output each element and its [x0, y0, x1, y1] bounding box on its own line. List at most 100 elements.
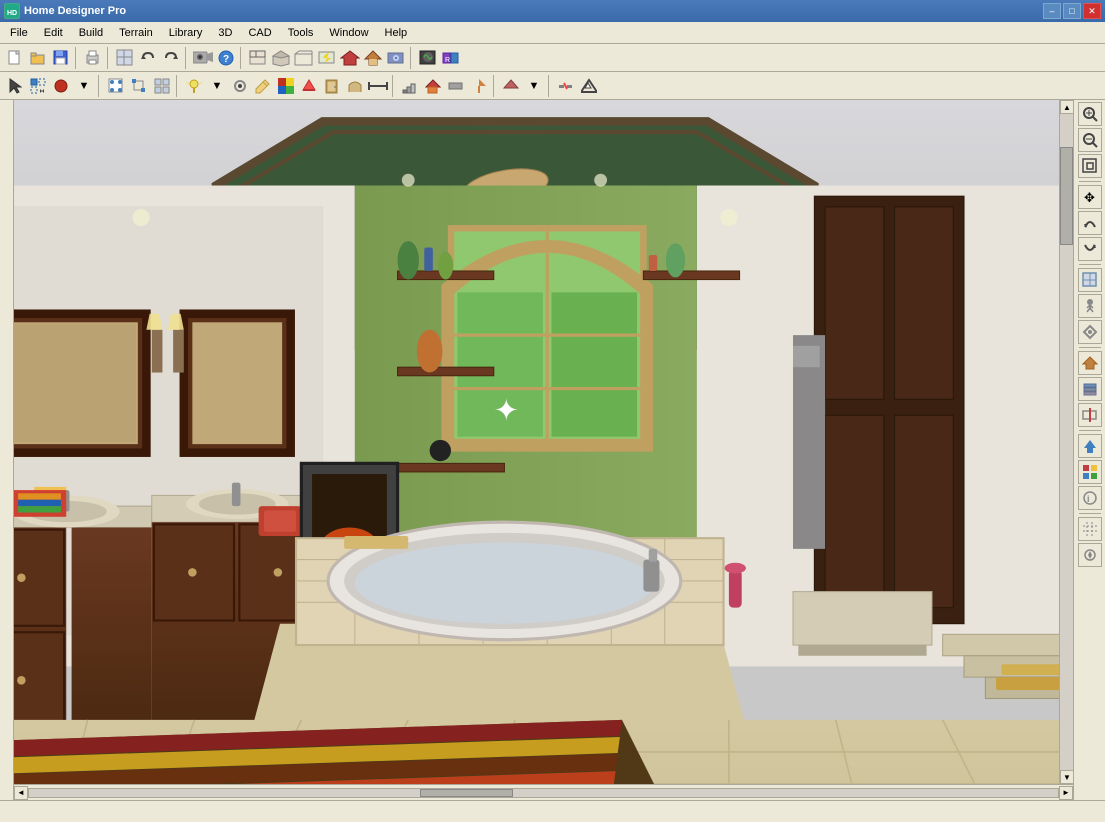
- arch-tool[interactable]: [344, 75, 366, 97]
- toolbar-square[interactable]: [114, 47, 136, 69]
- separator: [1079, 430, 1101, 431]
- floorplan-view[interactable]: [247, 47, 269, 69]
- framing-tool[interactable]: [468, 75, 490, 97]
- separator: [1079, 264, 1101, 265]
- select-tool[interactable]: [4, 75, 26, 97]
- print-button[interactable]: [82, 47, 104, 69]
- select-3d-button[interactable]: [1078, 268, 1102, 292]
- walkthrough-view[interactable]: [385, 47, 407, 69]
- select-grid[interactable]: [151, 75, 173, 97]
- spin-button[interactable]: [1078, 237, 1102, 261]
- open-button[interactable]: [27, 47, 49, 69]
- transform-object[interactable]: [128, 75, 150, 97]
- electrical-view[interactable]: [316, 47, 338, 69]
- undo-button[interactable]: [137, 47, 159, 69]
- roof-tool[interactable]: [422, 75, 444, 97]
- scroll-down-button[interactable]: ▼: [1060, 770, 1073, 784]
- svg-text:✦: ✦: [494, 395, 519, 428]
- camera-view[interactable]: [362, 47, 384, 69]
- menu-3d[interactable]: 3D: [210, 25, 240, 41]
- walk-mode[interactable]: [1078, 294, 1102, 318]
- light-fixture[interactable]: [183, 75, 205, 97]
- edit-object[interactable]: [105, 75, 127, 97]
- new-button[interactable]: [4, 47, 26, 69]
- dolly-button[interactable]: [1078, 320, 1102, 344]
- svg-text:HD: HD: [7, 10, 17, 17]
- menu-build[interactable]: Build: [71, 25, 111, 41]
- paint-circle[interactable]: [50, 75, 72, 97]
- minimize-button[interactable]: –: [1043, 3, 1061, 19]
- separator: [1079, 181, 1101, 182]
- draw-pencil[interactable]: [252, 75, 274, 97]
- camera-place[interactable]: [229, 75, 251, 97]
- light-drop[interactable]: ▼: [206, 75, 228, 97]
- roof-plane-arrow[interactable]: ▼: [523, 75, 545, 97]
- break-wall[interactable]: [555, 75, 577, 97]
- house-overview[interactable]: [1078, 351, 1102, 375]
- color-picker[interactable]: [275, 75, 297, 97]
- toolbar-main: ? R: [0, 44, 1105, 72]
- zoom-out-button[interactable]: [1078, 128, 1102, 152]
- separator: [185, 47, 189, 69]
- menu-edit[interactable]: Edit: [36, 25, 71, 41]
- svg-text:?: ?: [223, 54, 229, 65]
- stair-tool[interactable]: [399, 75, 421, 97]
- redo-button[interactable]: [160, 47, 182, 69]
- grid-snap[interactable]: [1078, 517, 1102, 541]
- toolbar-camera[interactable]: [192, 47, 214, 69]
- separator: [240, 47, 244, 69]
- 3d-view-doll-house[interactable]: [270, 47, 292, 69]
- cross-section[interactable]: [1078, 403, 1102, 427]
- vscrollbar: ▲ ▼: [1059, 100, 1073, 784]
- menu-window[interactable]: Window: [321, 25, 376, 41]
- maximize-button[interactable]: □: [1063, 3, 1081, 19]
- menu-tools[interactable]: Tools: [280, 25, 322, 41]
- close-button[interactable]: ✕: [1083, 3, 1101, 19]
- door-tool[interactable]: [321, 75, 343, 97]
- orbit-button[interactable]: [1078, 211, 1102, 235]
- scroll-up-button[interactable]: ▲: [1060, 100, 1073, 114]
- save-button[interactable]: [50, 47, 72, 69]
- material-renderer[interactable]: R: [440, 47, 462, 69]
- canvas-area: ✦: [14, 100, 1059, 784]
- erase-tool[interactable]: [298, 75, 320, 97]
- select-materials[interactable]: [1078, 460, 1102, 484]
- pan-view-button[interactable]: ✥: [1078, 185, 1102, 209]
- zoom-fit-button[interactable]: [1078, 154, 1102, 178]
- layers-panel[interactable]: [1078, 377, 1102, 401]
- separator: [75, 47, 79, 69]
- hscroll-thumb[interactable]: [420, 789, 513, 797]
- measure-tool[interactable]: [367, 75, 389, 97]
- separator: [1079, 347, 1101, 348]
- menu-file[interactable]: File: [2, 25, 36, 41]
- vscroll-thumb[interactable]: [1060, 147, 1073, 245]
- mountain-tool[interactable]: [578, 75, 600, 97]
- separator: [98, 75, 102, 97]
- app-icon: HD: [4, 3, 20, 19]
- help-button[interactable]: ?: [215, 47, 237, 69]
- menu-cad[interactable]: CAD: [240, 25, 279, 41]
- hscroll-track: [28, 788, 1059, 798]
- zoom-in-button[interactable]: [1078, 102, 1102, 126]
- hscroll-left-button[interactable]: ◄: [14, 786, 28, 800]
- vscroll-track: [1060, 114, 1073, 770]
- wall-tool[interactable]: [445, 75, 467, 97]
- menu-terrain[interactable]: Terrain: [111, 25, 161, 41]
- separator: [548, 75, 552, 97]
- menu-library[interactable]: Library: [161, 25, 211, 41]
- key-frame[interactable]: [1078, 543, 1102, 567]
- 3d-framing[interactable]: [293, 47, 315, 69]
- roof-plane-drop[interactable]: [500, 75, 522, 97]
- rendering-options[interactable]: [417, 47, 439, 69]
- separator: [392, 75, 396, 97]
- toolbar-secondary: ▼ ▼ ▼: [0, 72, 1105, 100]
- move-up-floor[interactable]: [1078, 434, 1102, 458]
- svg-text:R: R: [445, 57, 450, 64]
- hscroll-right-button[interactable]: ►: [1059, 786, 1073, 800]
- color-fill-drop[interactable]: ▼: [73, 75, 95, 97]
- separator: [107, 47, 111, 69]
- select-similar[interactable]: [27, 75, 49, 97]
- roof-view[interactable]: [339, 47, 361, 69]
- menu-help[interactable]: Help: [377, 25, 416, 41]
- object-properties[interactable]: i: [1078, 486, 1102, 510]
